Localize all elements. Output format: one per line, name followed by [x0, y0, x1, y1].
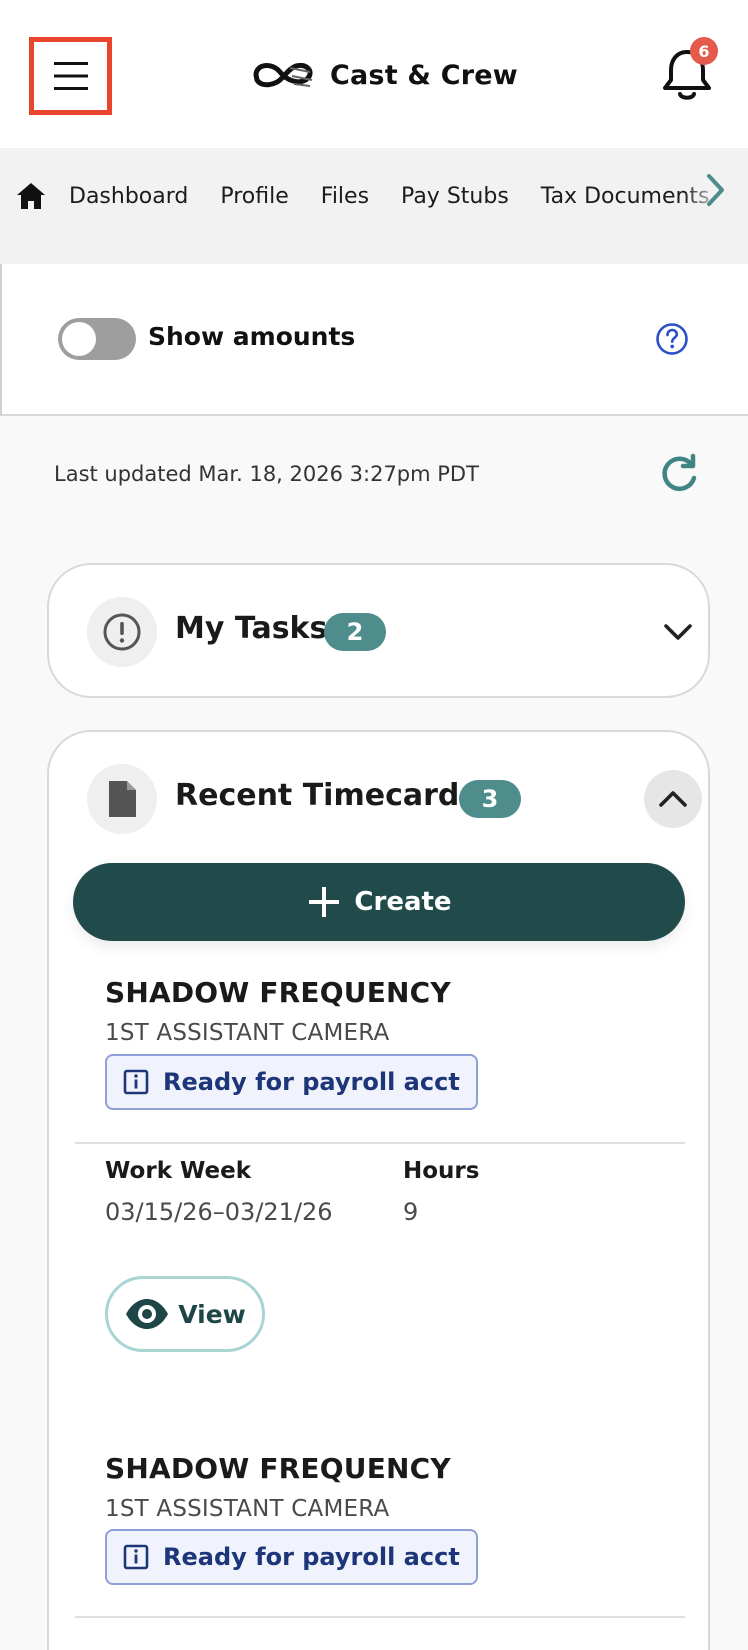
status-text: Ready for payroll acct	[163, 1543, 460, 1571]
divider	[75, 1142, 685, 1144]
hours-value: 9	[403, 1198, 419, 1226]
toggle-knob	[62, 322, 96, 356]
nav-item-files[interactable]: Files	[321, 184, 369, 209]
my-tasks-title: My Tasks	[175, 611, 328, 646]
recent-timecards-count-badge: 3	[459, 780, 521, 818]
view-timecard-button[interactable]: View	[105, 1276, 265, 1352]
menu-icon	[53, 62, 88, 90]
recent-timecards-title: Recent Timecards	[175, 778, 478, 813]
my-tasks-card[interactable]: My Tasks 2	[47, 563, 710, 698]
timecard-role: 1ST ASSISTANT CAMERA	[105, 1020, 390, 1046]
show-amounts-toggle[interactable]	[58, 318, 136, 360]
document-icon-wrap	[87, 764, 157, 834]
alert-icon-wrap	[87, 597, 157, 667]
alert-icon	[103, 613, 141, 651]
help-icon[interactable]	[655, 322, 689, 356]
divider	[75, 1616, 685, 1618]
create-label: Create	[354, 887, 452, 917]
work-week-label: Work Week	[105, 1158, 252, 1184]
info-icon	[123, 1544, 149, 1570]
status-badge: Ready for payroll acct	[105, 1054, 478, 1110]
chevron-up-icon	[659, 791, 687, 807]
status-badge: Ready for payroll acct	[105, 1529, 478, 1585]
status-text: Ready for payroll acct	[163, 1068, 460, 1096]
document-icon	[109, 781, 136, 817]
info-icon	[123, 1069, 149, 1095]
show-amounts-label: Show amounts	[148, 322, 356, 351]
brand-logo-icon	[253, 62, 313, 88]
nav-item-profile[interactable]: Profile	[220, 184, 288, 209]
my-tasks-count-badge: 2	[324, 613, 386, 651]
refresh-icon[interactable]	[658, 452, 700, 494]
eye-icon	[126, 1299, 169, 1329]
chevron-down-icon[interactable]	[661, 615, 695, 649]
last-updated-text: Last updated Mar. 18, 2026 3:27pm PDT	[54, 462, 479, 486]
timecard-role: 1ST ASSISTANT CAMERA	[105, 1496, 390, 1522]
collapse-button[interactable]	[644, 770, 702, 828]
hours-label: Hours	[403, 1158, 480, 1184]
app-header: Cast & Crew 6	[0, 0, 748, 148]
notification-badge: 6	[690, 37, 718, 65]
work-week-value: 03/15/26–03/21/26	[105, 1198, 333, 1226]
view-label: View	[178, 1299, 246, 1329]
show-amounts-panel: Show amounts	[0, 264, 748, 416]
nav-item-dashboard[interactable]: Dashboard	[69, 184, 188, 209]
top-nav: Dashboard Profile Files Pay Stubs Tax Do…	[0, 148, 748, 264]
brand[interactable]: Cast & Crew	[250, 50, 518, 100]
timecard-production: SHADOW FREQUENCY	[105, 976, 451, 1009]
brand-title: Cast & Crew	[330, 59, 518, 91]
timecard-production: SHADOW FREQUENCY	[105, 1452, 451, 1485]
create-timecard-button[interactable]: Create	[73, 863, 685, 941]
nav-row: Dashboard Profile Files Pay Stubs Tax Do…	[0, 174, 748, 218]
menu-button[interactable]	[29, 37, 112, 115]
plus-icon	[309, 887, 340, 917]
home-icon[interactable]	[15, 180, 47, 212]
chevron-right-icon[interactable]	[700, 170, 730, 210]
recent-timecards-card: Recent Timecards 3 Create SHADOW FREQUEN…	[47, 730, 710, 1650]
nav-item-pay-stubs[interactable]: Pay Stubs	[401, 184, 509, 209]
